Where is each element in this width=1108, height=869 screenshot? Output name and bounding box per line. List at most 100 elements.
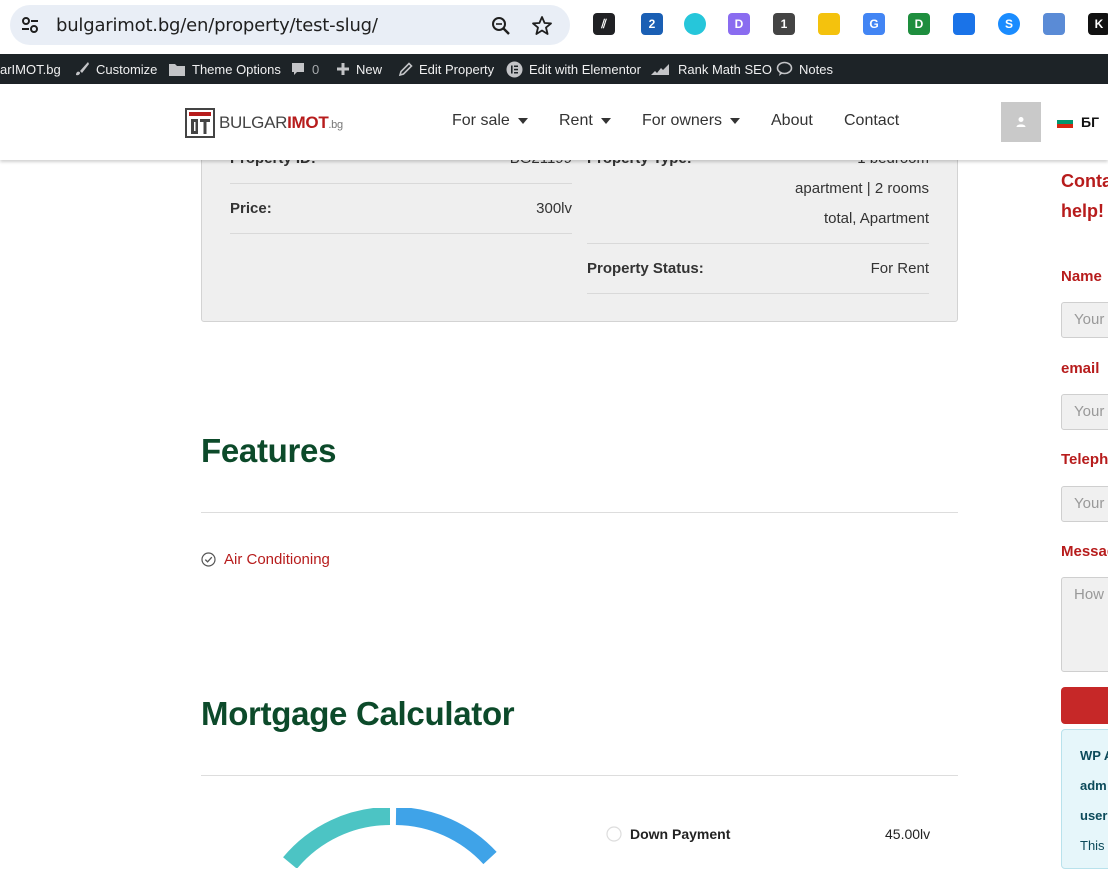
logo-text: BULGARIMOT.bg <box>219 113 343 133</box>
legend-down-payment-label: Down Payment <box>630 826 731 842</box>
browser-toolbar: bulgarimot.bg/en/property/test-slug/ ⫽ 2 D… <box>0 0 1108 54</box>
notes-bubble-icon <box>776 61 793 76</box>
legend-down-payment[interactable]: Down Payment <box>606 826 730 842</box>
customize-label: Customize <box>96 61 158 77</box>
site-logo[interactable]: BULGARIMOT.bg <box>185 108 343 138</box>
wp-notice-box: WP A adm user This <box>1061 729 1108 869</box>
donut-segment-principal <box>283 808 391 868</box>
caret-down-icon <box>730 118 741 124</box>
admin-bar-theme-options[interactable]: Theme Options <box>168 54 281 84</box>
radio-circle-icon <box>606 826 622 842</box>
caret-down-icon <box>600 118 611 124</box>
theme-options-label: Theme Options <box>192 61 281 77</box>
property-status-label: Property Status: <box>587 260 704 277</box>
nav-for-sale-label: For sale <box>452 112 510 129</box>
ext-icon-10[interactable]: S <box>998 13 1020 35</box>
nav-for-sale[interactable]: For sale <box>452 112 528 130</box>
check-circle-icon <box>201 552 216 567</box>
bulgarian-flag-icon <box>1057 116 1073 128</box>
email-label: email <box>1061 360 1100 377</box>
admin-bar-comments[interactable]: 0 <box>290 54 319 84</box>
site-header: BULGARIMOT.bg For sale Rent For owners A… <box>0 84 1108 160</box>
nav-contact-label: Contact <box>844 112 900 129</box>
user-avatar-button[interactable] <box>1001 102 1041 142</box>
admin-bar-edit-property[interactable]: Edit Property <box>398 54 494 84</box>
features-heading: Features <box>201 432 337 469</box>
email-input[interactable]: Your <box>1061 394 1108 430</box>
notes-label: Notes <box>799 61 833 77</box>
feature-item-label: Air Conditioning <box>224 551 330 568</box>
url-text[interactable]: bulgarimot.bg/en/property/test-slug/ <box>56 15 378 36</box>
contact-title-line-2: help! <box>1061 201 1104 221</box>
language-switcher[interactable]: БГ <box>1057 114 1099 130</box>
logo-mark-icon <box>185 108 215 138</box>
message-label: Messag <box>1061 543 1108 560</box>
notice-line-1: WP A <box>1080 748 1108 763</box>
nav-rent-label: Rent <box>559 112 593 129</box>
submit-button[interactable] <box>1061 687 1108 724</box>
notice-line-2: adm <box>1080 778 1107 793</box>
features-divider <box>201 512 958 513</box>
ext-icon-9[interactable] <box>953 13 975 35</box>
nav-for-owners-label: For owners <box>642 112 723 129</box>
admin-bar-site[interactable]: arIMOT.bg <box>0 54 61 84</box>
comments-count: 0 <box>312 61 320 77</box>
feature-item: Air Conditioning <box>201 551 330 568</box>
ext-icon-5[interactable]: 1 <box>773 13 795 35</box>
zoom-icon[interactable] <box>490 15 512 37</box>
logo-tld-text: .bg <box>328 119 343 131</box>
notice-line-3: user <box>1080 808 1108 823</box>
plus-icon <box>337 63 349 75</box>
admin-bar-new[interactable]: New <box>336 54 382 84</box>
logo-accent-text: IMOT <box>287 113 329 132</box>
logo-main-text: BULGAR <box>219 113 288 132</box>
nav-about[interactable]: About <box>771 112 813 130</box>
admin-bar-notes[interactable]: Notes <box>776 54 833 84</box>
ext-icon-4[interactable]: D <box>728 13 750 35</box>
nav-for-owners[interactable]: For owners <box>642 112 741 130</box>
nav-rent[interactable]: Rent <box>559 112 611 130</box>
ext-icon-1[interactable]: ⫽ <box>593 13 615 35</box>
edit-property-label: Edit Property <box>419 61 495 77</box>
wp-admin-bar: arIMOT.bg Customize Theme Options 0 New … <box>0 54 1108 84</box>
name-label: Name <box>1061 268 1102 285</box>
new-label: New <box>356 61 383 77</box>
nav-contact[interactable]: Contact <box>844 112 899 130</box>
message-textarea[interactable]: How <box>1061 577 1108 672</box>
ext-icon-12[interactable]: K <box>1088 13 1108 35</box>
rank-math-label: Rank Math SEO <box>678 61 772 77</box>
contact-form-title: Conta help! <box>1061 166 1108 226</box>
pencil-icon <box>398 61 413 76</box>
ext-icon-6[interactable] <box>818 13 840 35</box>
elementor-label: Edit with Elementor <box>529 61 641 77</box>
detail-row-price: Price: 300lv <box>230 184 572 234</box>
ext-icon-11[interactable] <box>1043 13 1065 35</box>
notice-line-4: This <box>1080 838 1105 853</box>
folder-icon <box>169 63 185 76</box>
address-bar[interactable]: bulgarimot.bg/en/property/test-slug/ <box>10 5 570 45</box>
bookmark-star-icon[interactable] <box>530 14 554 38</box>
property-type-line-2: apartment | 2 rooms <box>795 180 929 197</box>
property-status-value: For Rent <box>870 260 929 277</box>
ext-icon-2[interactable]: 2 <box>641 13 663 35</box>
admin-bar-elementor[interactable]: Edit with Elementor <box>506 54 641 84</box>
ext-icon-3[interactable] <box>684 13 706 35</box>
telephone-label: Telepho <box>1061 451 1108 468</box>
admin-bar-customize[interactable]: Customize <box>74 54 157 84</box>
ext-icon-8[interactable]: D <box>908 13 930 35</box>
nav-about-label: About <box>771 112 813 129</box>
price-value: 300lv <box>536 200 572 217</box>
detail-row-property-status: Property Status: For Rent <box>587 244 929 294</box>
price-label: Price: <box>230 200 272 217</box>
site-settings-icon[interactable] <box>20 15 40 35</box>
rank-math-icon <box>651 64 669 75</box>
ext-icon-7[interactable]: G <box>863 13 885 35</box>
property-type-line-3: total, Apartment <box>823 210 929 227</box>
contact-title-line-1: Conta <box>1061 171 1108 191</box>
mortgage-donut-chart <box>280 808 510 868</box>
admin-bar-rank-math[interactable]: Rank Math SEO <box>650 54 772 84</box>
name-input[interactable]: Your <box>1061 302 1108 338</box>
brush-icon <box>76 62 89 76</box>
caret-down-icon <box>517 118 528 124</box>
telephone-input[interactable]: Your <box>1061 486 1108 522</box>
